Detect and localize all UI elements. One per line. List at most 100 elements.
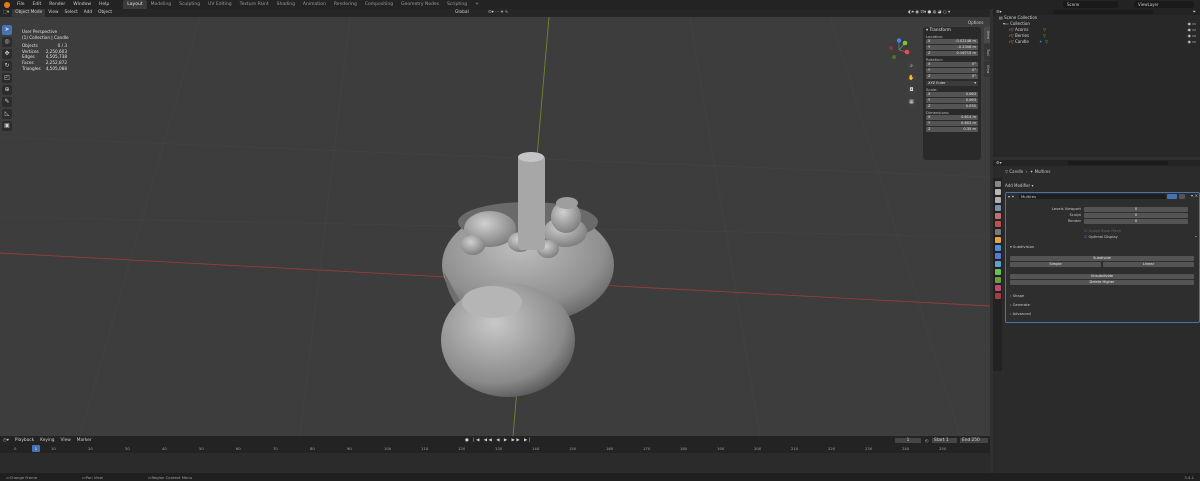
linear-button[interactable]: Linear	[1103, 262, 1194, 267]
dimensions-x-field[interactable]: X 0.614 m	[926, 115, 978, 120]
scene-selector[interactable]: Scene	[1063, 1, 1118, 8]
scene-tab-icon[interactable]	[994, 213, 1001, 219]
scale-z-field[interactable]: Z 0.035	[926, 104, 978, 109]
tab-scripting[interactable]: Scripting	[443, 0, 471, 9]
optimal-display-checkbox[interactable]: ☑ Optimal Display	[1084, 235, 1118, 239]
location-y-field[interactable]: Y -0.2308 m	[926, 45, 978, 50]
modifier-tab-icon[interactable]	[994, 245, 1001, 251]
menu-help[interactable]: Help	[95, 0, 113, 9]
shading-icons[interactable]: ◐▾ ◉ ⊡▾ ● ◍ ◕ ○ ▾	[905, 9, 953, 17]
end-frame-field[interactable]: End 250	[960, 438, 988, 443]
modifier-dropdown-icon[interactable]: ▾	[1191, 193, 1193, 198]
sculpt-levels-field[interactable]: 0	[1084, 213, 1188, 218]
constraints-tab-icon[interactable]	[994, 269, 1001, 275]
close-icon[interactable]: ×	[1195, 193, 1198, 198]
tab-compositing[interactable]: Compositing	[361, 0, 397, 9]
unsubdivide-button[interactable]: Unsubdivide	[1010, 274, 1194, 279]
levels-viewport-field[interactable]: 0	[1084, 207, 1188, 212]
add-workspace-icon[interactable]: +	[471, 0, 483, 9]
realtime-toggle-icon[interactable]	[1179, 194, 1185, 199]
edit-mode-toggle-icon[interactable]	[1167, 194, 1177, 199]
menu-render[interactable]: Render	[45, 0, 69, 9]
rotation-y-field[interactable]: Y 0°	[926, 68, 978, 73]
tab-item[interactable]: Item	[984, 27, 990, 43]
visibility-eye-icon[interactable]: ◉ ▭	[1187, 39, 1196, 45]
sculpt-base-mesh-checkbox[interactable]: ☐ Sculpt Base Mesh	[1084, 229, 1121, 233]
menu-marker[interactable]: Marker	[74, 438, 95, 443]
panel-title[interactable]: ▾ Transform	[923, 27, 981, 34]
mode-dropdown[interactable]: Object Mode	[12, 9, 46, 17]
menu-add[interactable]: Add	[81, 9, 95, 17]
menu-view[interactable]: View	[45, 9, 61, 17]
tab-geometry-nodes[interactable]: Geometry Nodes	[397, 0, 443, 9]
advanced-section[interactable]: › Advanced	[1010, 312, 1031, 316]
start-frame-field[interactable]: Start 1	[932, 438, 957, 443]
scale-tool-icon[interactable]: ◰	[2, 73, 12, 83]
rotation-z-field[interactable]: Z 0°	[926, 74, 978, 79]
playback-controls-icon[interactable]: ● |◀ ◀◀ ◀ ▶ ▶▶ ▶|	[465, 438, 532, 443]
orientation-dropdown[interactable]: Global	[452, 9, 472, 17]
annotate-tool-icon[interactable]: ✎	[2, 97, 12, 107]
tab-animation[interactable]: Animation	[299, 0, 330, 9]
subdivide-button[interactable]: Subdivide	[1010, 256, 1194, 261]
tab-layout[interactable]: Layout	[123, 0, 147, 9]
grid-projection-icon[interactable]: ▦	[907, 98, 916, 107]
tab-sculpting[interactable]: Sculpting	[175, 0, 204, 9]
menu-keying[interactable]: Keying	[37, 438, 57, 443]
3d-viewport[interactable]	[0, 17, 990, 436]
decorate-icon[interactable]: •	[1195, 235, 1197, 239]
tab-tool[interactable]: Tool	[984, 44, 990, 60]
delete-higher-button[interactable]: Delete Higher	[1010, 280, 1194, 285]
simple-button[interactable]: Simple	[1010, 262, 1101, 267]
shape-section[interactable]: › Shape	[1010, 294, 1024, 298]
pan-hand-icon[interactable]: ✋	[907, 74, 916, 83]
tab-texture-paint[interactable]: Texture Paint	[236, 0, 273, 9]
panel-collapse-icon[interactable]: ▾ ✦	[1008, 194, 1015, 199]
preview-range-icon[interactable]: ◴	[925, 438, 929, 443]
tab-uv-editing[interactable]: UV Editing	[204, 0, 235, 9]
scale-y-field[interactable]: Y 0.063	[926, 98, 978, 103]
add-cube-tool-icon[interactable]: ▣	[2, 121, 12, 131]
output-tab-icon[interactable]	[994, 197, 1001, 203]
menu-object[interactable]: Object	[95, 9, 115, 17]
texture-tab-icon[interactable]	[994, 293, 1001, 299]
dimensions-z-field[interactable]: Z 0.35 m	[926, 127, 978, 132]
render-levels-field[interactable]: 0	[1084, 219, 1188, 224]
zoom-icon[interactable]: ⌕	[907, 62, 916, 71]
menu-window[interactable]: Window	[69, 0, 95, 9]
data-tab-icon[interactable]	[994, 277, 1001, 283]
select-tool-icon[interactable]: ➤	[2, 25, 12, 35]
snap-icons[interactable]: ⊙▾ ⋯ ⌖ ∿	[485, 9, 511, 17]
object-tab-icon[interactable]	[994, 237, 1001, 243]
camera-view-icon[interactable]: ◘	[907, 86, 916, 95]
material-tab-icon[interactable]	[994, 285, 1001, 291]
view-layer-tab-icon[interactable]	[994, 205, 1001, 211]
current-frame-field[interactable]: 1	[895, 438, 921, 443]
outliner-row-candle[interactable]: › ▽ Candle ✦ ▽ ◉ ▭	[993, 39, 1200, 45]
tab-shading[interactable]: Shading	[273, 0, 299, 9]
blender-logo-icon[interactable]	[4, 1, 10, 8]
tool-tab-icon[interactable]	[994, 181, 1001, 187]
tab-view[interactable]: View	[984, 61, 990, 77]
timeline-track[interactable]	[0, 453, 990, 473]
location-z-field[interactable]: Z 0.16715 m	[926, 51, 978, 56]
playhead[interactable]: 1	[32, 445, 40, 452]
location-x-field[interactable]: X -0.02146 m	[926, 39, 978, 44]
add-modifier-button[interactable]: Add Modifier ▾	[1005, 183, 1033, 188]
move-tool-icon[interactable]: ✥	[2, 49, 12, 59]
options-dropdown[interactable]: Options	[968, 20, 983, 25]
menu-edit[interactable]: Edit	[29, 0, 46, 9]
menu-file[interactable]: File	[13, 0, 29, 9]
view-layer-selector[interactable]: ViewLayer	[1134, 1, 1194, 8]
timeline-ruler[interactable]: 1 0 10 20 30 40 50 60 70 80 90 100 110 120 130 140 150 1…	[0, 445, 990, 453]
outliner-search-input[interactable]	[1053, 10, 1153, 14]
scale-x-field[interactable]: X 0.063	[926, 92, 978, 97]
subdivision-section[interactable]: ▾ Subdivision	[1010, 245, 1034, 249]
generate-section[interactable]: › Generate	[1010, 303, 1030, 307]
cursor-tool-icon[interactable]: ◎	[2, 37, 12, 47]
menu-timeline-view[interactable]: View	[58, 438, 74, 443]
menu-select[interactable]: Select	[62, 9, 81, 17]
editor-type-icon[interactable]: ⬚▾	[0, 9, 12, 17]
timeline-editor-icon[interactable]: ◷▾	[0, 438, 12, 443]
tab-rendering[interactable]: Rendering	[330, 0, 361, 9]
